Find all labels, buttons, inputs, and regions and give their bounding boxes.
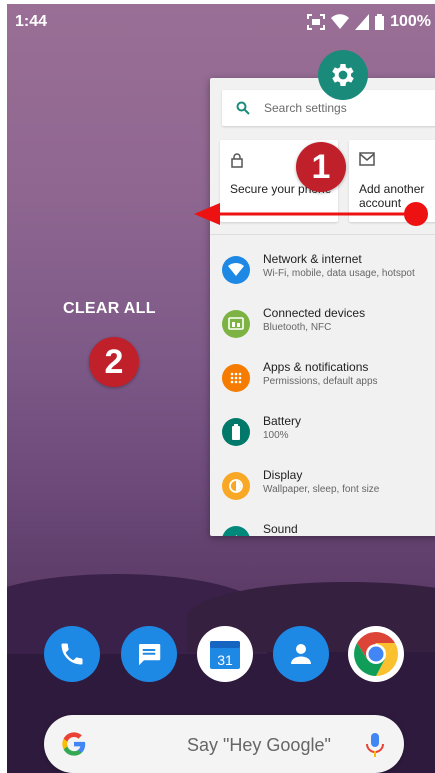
chrome-icon[interactable] bbox=[348, 626, 404, 682]
contacts-icon[interactable] bbox=[273, 626, 329, 682]
annotation-badge-1: 1 bbox=[296, 142, 346, 192]
google-search-hint: Say "Hey Google" bbox=[187, 735, 331, 755]
setting-connected-devices[interactable]: Connected devices Bluetooth, NFC bbox=[210, 300, 435, 352]
display-icon bbox=[222, 472, 250, 500]
swipe-left-arrow-icon bbox=[192, 200, 432, 235]
search-icon bbox=[236, 101, 250, 115]
setting-battery[interactable]: Battery 100% bbox=[210, 408, 435, 460]
messages-icon[interactable] bbox=[121, 626, 177, 682]
apps-icon bbox=[222, 364, 250, 392]
status-bar: 1:44 100% bbox=[7, 4, 435, 38]
setting-subtitle: 100% bbox=[263, 430, 289, 441]
setting-title: Sound bbox=[263, 522, 298, 536]
setting-sound[interactable]: Sound bbox=[210, 516, 435, 536]
setting-subtitle: Permissions, default apps bbox=[263, 376, 378, 387]
status-time: 1:44 bbox=[15, 13, 48, 30]
wifi-icon bbox=[222, 256, 250, 284]
setting-subtitle: Wallpaper, sleep, font size bbox=[263, 484, 380, 495]
annotation-badge-2: 2 bbox=[89, 337, 139, 387]
calendar-date: 31 bbox=[217, 652, 233, 668]
setting-display[interactable]: Display Wallpaper, sleep, font size bbox=[210, 462, 435, 514]
battery-status-icon bbox=[375, 14, 385, 30]
setting-subtitle: Bluetooth, NFC bbox=[263, 322, 332, 333]
clear-all-button[interactable]: CLEAR ALL bbox=[63, 300, 156, 318]
lock-icon bbox=[230, 152, 244, 173]
setting-title: Connected devices bbox=[263, 306, 366, 320]
app-dock: 31 bbox=[7, 622, 435, 692]
battery-icon bbox=[222, 418, 250, 446]
google-logo-icon bbox=[60, 730, 88, 763]
scan-icon bbox=[307, 14, 326, 30]
settings-search-placeholder: Search settings bbox=[264, 101, 347, 115]
settings-app-icon[interactable] bbox=[318, 50, 368, 100]
setting-title: Battery bbox=[263, 414, 302, 428]
setting-title: Apps & notifications bbox=[263, 360, 369, 374]
setting-network-internet[interactable]: Network & internet Wi-Fi, mobile, data u… bbox=[210, 246, 435, 298]
google-search-bar[interactable]: Say "Hey Google" bbox=[44, 715, 404, 773]
setting-title: Display bbox=[263, 468, 303, 482]
sound-icon bbox=[222, 526, 250, 536]
calendar-icon[interactable]: 31 bbox=[197, 626, 253, 682]
setting-title: Network & internet bbox=[263, 252, 362, 266]
wifi-status-icon bbox=[331, 14, 350, 30]
mail-icon bbox=[359, 152, 375, 171]
status-icons: 100% bbox=[307, 13, 431, 31]
setting-subtitle: Wi-Fi, mobile, data usage, hotspot bbox=[263, 268, 415, 279]
signal-icon bbox=[355, 14, 370, 30]
phone-icon[interactable] bbox=[44, 626, 100, 682]
setting-apps-notifications[interactable]: Apps & notifications Permissions, defaul… bbox=[210, 354, 435, 406]
devices-icon bbox=[222, 310, 250, 338]
battery-percent: 100% bbox=[390, 13, 431, 30]
mic-icon[interactable] bbox=[364, 732, 386, 763]
